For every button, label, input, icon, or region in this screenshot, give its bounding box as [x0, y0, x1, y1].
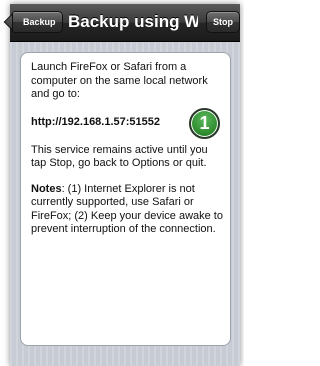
- url-row: http://192.168.1.57:51552 1: [31, 107, 225, 139]
- device-frame: Backup Backup using Wi... Stop Launch Fi…: [0, 0, 244, 366]
- back-button[interactable]: Backup: [12, 11, 63, 33]
- page-title: Backup using Wi...: [68, 12, 198, 31]
- stop-button[interactable]: Stop: [206, 11, 240, 33]
- step-number-badge-icon: 1: [189, 107, 220, 139]
- instructions-text: Launch FireFox or Safari from a computer…: [31, 61, 225, 249]
- app-screen: Backup Backup using Wi... Stop Launch Fi…: [10, 4, 240, 366]
- notes-label: Notes: [31, 182, 62, 195]
- notes-paragraph: Notes: (1) Internet Explorer is not curr…: [31, 183, 225, 237]
- navigation-bar: Backup Backup using Wi... Stop: [10, 4, 240, 42]
- service-note: This service remains active until you ta…: [31, 143, 208, 170]
- instructions-card: Launch FireFox or Safari from a computer…: [20, 52, 231, 346]
- intro-text: Launch FireFox or Safari from a computer…: [31, 61, 208, 100]
- server-url: http://192.168.1.57:51552: [31, 115, 161, 128]
